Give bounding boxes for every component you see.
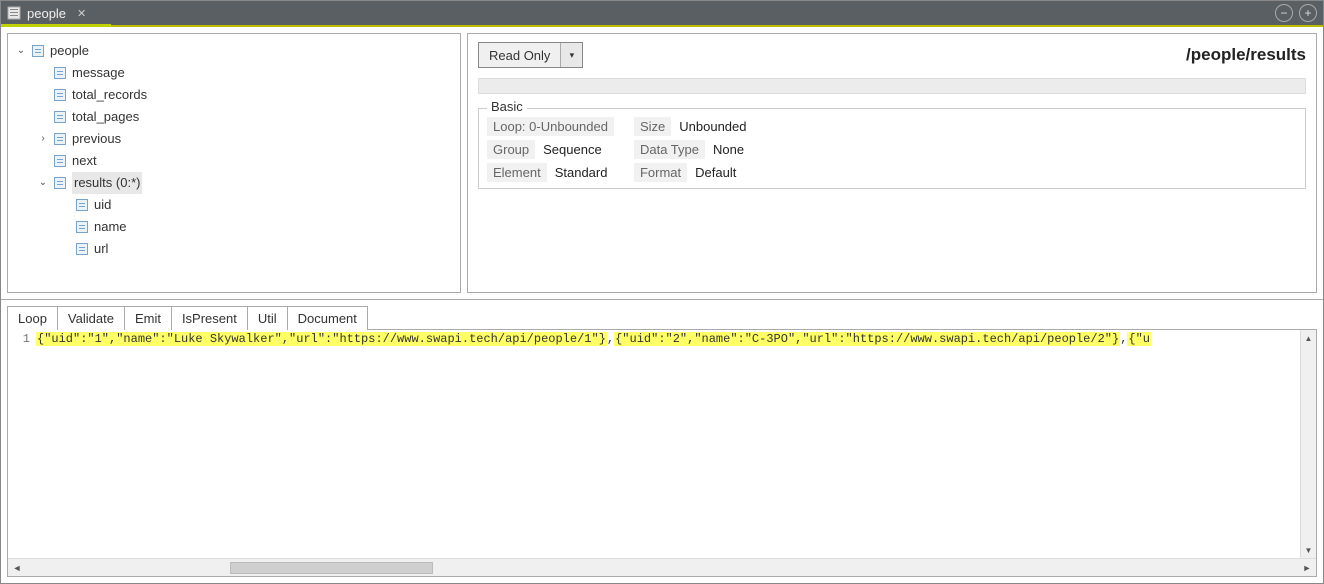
format-label: Format [634,163,687,182]
tab-close-button[interactable]: ✕ [74,6,89,21]
tree-node-label: previous [72,128,121,150]
editor-content[interactable]: {"uid":"1","name":"Luke Skywalker","url"… [36,330,1300,558]
datatype-label: Data Type [634,140,705,159]
properties-header: Read Only ▾ /people/results [478,42,1306,68]
element-value: Standard [551,163,612,182]
element-icon [76,199,88,211]
size-value: Unbounded [675,117,750,136]
scroll-up-icon[interactable]: ▲ [1301,330,1316,346]
toolbar-placeholder [478,78,1306,94]
element-icon [54,155,66,167]
editor-gutter: 1 [8,330,36,558]
tree-node-people[interactable]: ⌄ people [12,40,456,62]
chevron-down-icon[interactable]: ▾ [560,43,582,67]
chevron-down-icon[interactable]: ⌄ [36,176,50,190]
active-tab-indicator [1,24,111,27]
tab-validate[interactable]: Validate [57,306,125,330]
tab-emit[interactable]: Emit [124,306,172,330]
element-icon [54,133,66,145]
tree-node-results[interactable]: ⌄ results (0:*) [34,172,456,194]
scroll-track[interactable] [26,562,1298,574]
highlighted-text: {"uid":"2","name":"C-3PO","url":"https:/… [614,332,1120,346]
title-bar: people ✕ − + [1,1,1323,27]
tree-node-label: url [94,238,108,260]
mode-select[interactable]: Read Only ▾ [478,42,583,68]
tree-node-total-pages[interactable]: total_pages [34,106,456,128]
highlighted-text: {"uid":"1","name":"Luke Skywalker","url"… [36,332,607,346]
tree-node-uid[interactable]: uid [56,194,456,216]
scroll-right-icon[interactable]: ► [1298,563,1316,573]
fieldset-legend: Basic [487,99,527,114]
tab-label[interactable]: people [27,6,66,21]
tree-node-label: people [50,40,89,62]
basic-fieldset: Basic Loop: 0-Unbounded Size Unbounded G… [478,108,1306,189]
element-icon [54,67,66,79]
tree-node-label: next [72,150,97,172]
properties-panel: Read Only ▾ /people/results Basic Loop: … [467,33,1317,293]
tree-node-label: message [72,62,125,84]
document-icon [7,6,21,20]
group-value: Sequence [539,140,606,159]
tab-loop[interactable]: Loop [7,306,58,330]
tree-node-url[interactable]: url [56,238,456,260]
tree-node-next[interactable]: next [34,150,456,172]
scroll-thumb[interactable] [230,562,434,574]
element-label: Element [487,163,547,182]
tab-ispresent[interactable]: IsPresent [171,306,248,330]
chevron-down-icon[interactable]: ⌄ [14,44,28,58]
datatype-value: None [709,140,748,159]
breadcrumb-path: /people/results [1186,45,1306,65]
element-icon [54,111,66,123]
element-icon [76,243,88,255]
loop-label: Loop: 0-Unbounded [487,117,614,136]
tree-node-message[interactable]: message [34,62,456,84]
element-icon [54,177,66,189]
mode-select-value: Read Only [479,48,560,63]
scroll-down-icon[interactable]: ▼ [1301,542,1316,558]
editor: 1 {"uid":"1","name":"Luke Skywalker","ur… [7,330,1317,577]
chevron-right-icon[interactable]: › [36,132,50,146]
element-icon [76,221,88,233]
tree-panel: ⌄ people message total_records [7,33,461,293]
tree-node-previous[interactable]: › previous [34,128,456,150]
tab-util[interactable]: Util [247,306,288,330]
format-value: Default [691,163,740,182]
main-split: ⌄ people message total_records [1,27,1323,299]
tree-node-label: uid [94,194,111,216]
bottom-panel: Loop Validate Emit IsPresent Util Docume… [1,299,1323,583]
size-label: Size [634,117,671,136]
tree-node-label: total_records [72,84,147,106]
element-icon [32,45,44,57]
element-icon [54,89,66,101]
vertical-scrollbar[interactable]: ▲ ▼ [1300,330,1316,558]
horizontal-scrollbar[interactable]: ◄ ► [8,558,1316,576]
editor-tab-row: Loop Validate Emit IsPresent Util Docume… [7,306,1317,330]
tree-node-label: total_pages [72,106,139,128]
line-number: 1 [8,332,30,346]
tree-node-total-records[interactable]: total_records [34,84,456,106]
tree-node-label: results (0:*) [72,172,142,194]
tree-node-name[interactable]: name [56,216,456,238]
tree-node-label: name [94,216,127,238]
highlighted-text: {"u [1127,332,1151,346]
maximize-button[interactable]: + [1299,4,1317,22]
minimize-button[interactable]: − [1275,4,1293,22]
group-label: Group [487,140,535,159]
schema-tree: ⌄ people message total_records [12,40,456,260]
scroll-left-icon[interactable]: ◄ [8,563,26,573]
tab-document[interactable]: Document [287,306,368,330]
